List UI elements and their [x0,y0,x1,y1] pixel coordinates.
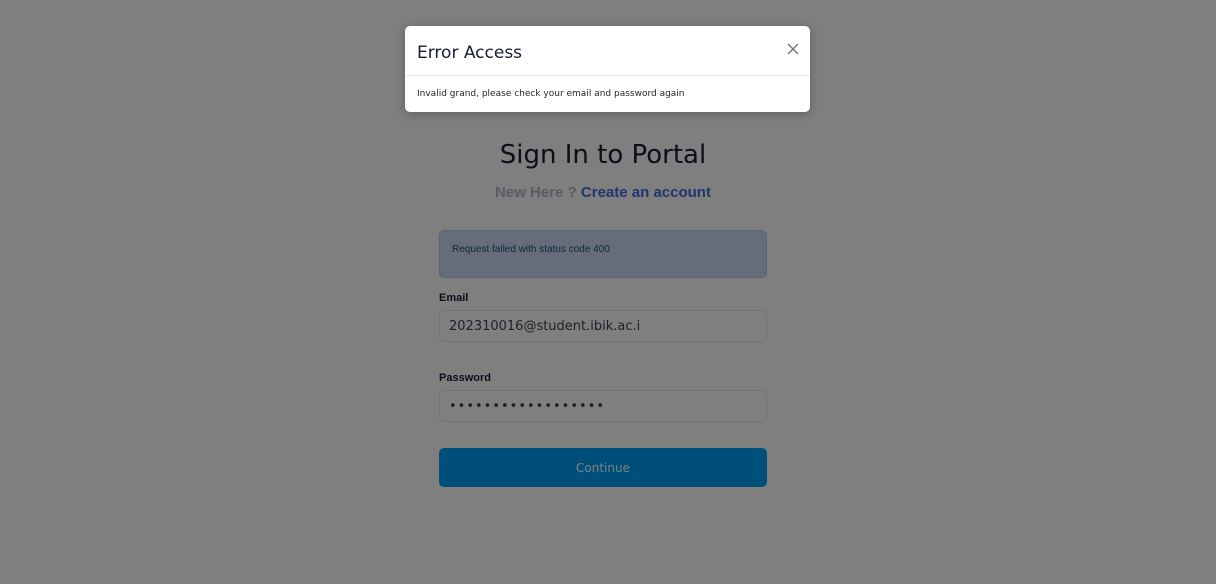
modal-title: Error Access [417,43,523,63]
modal-header: Error Access [405,26,810,76]
modal-message: Invalid grand, please check your email a… [417,89,685,99]
close-icon [787,43,799,55]
modal-close-button[interactable] [782,38,804,60]
error-modal: Error Access Invalid grand, please check… [405,26,810,112]
